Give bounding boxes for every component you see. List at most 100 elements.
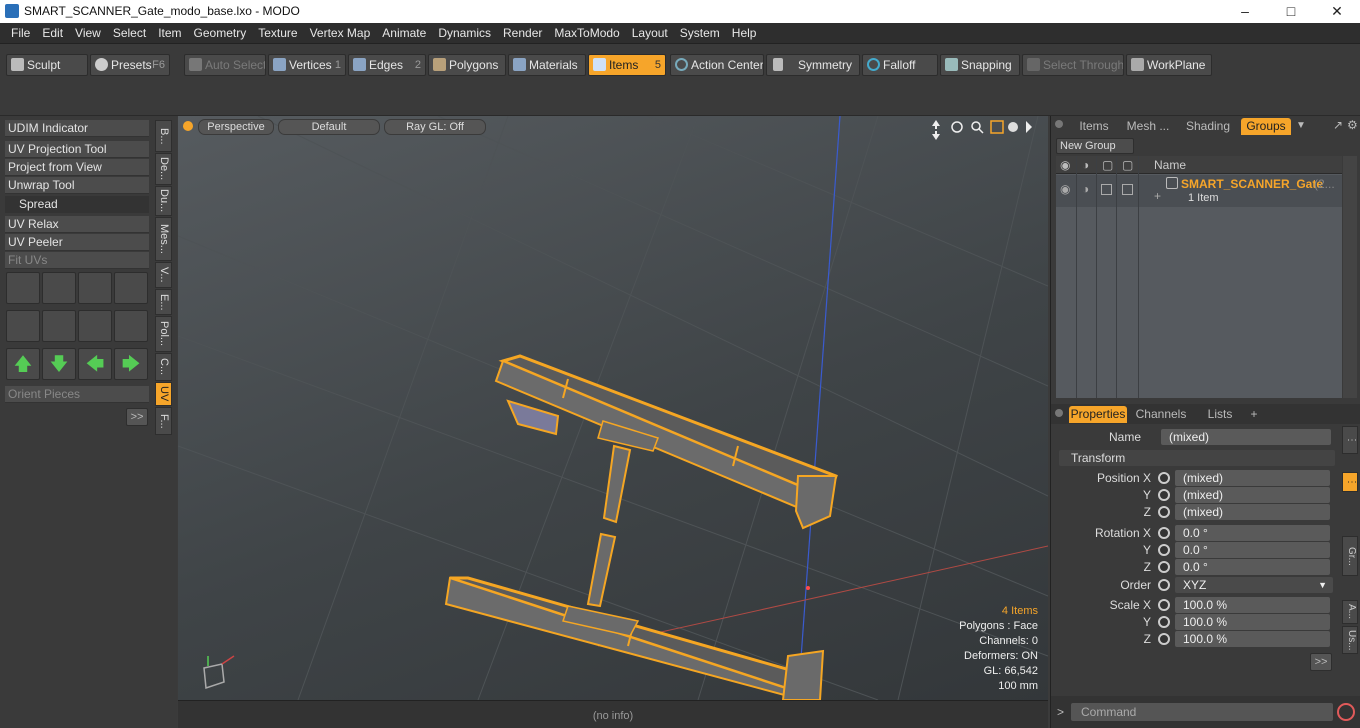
row-render-icon[interactable]: ◑ [1082, 182, 1089, 196]
group-row[interactable]: ◉ ◑ + SMART_SCANNER_Gate (2... 1 Item [1056, 175, 1342, 207]
uv-relax-button[interactable]: UV Relax [5, 216, 149, 233]
menu-animate[interactable]: Animate [376, 23, 432, 40]
menu-item[interactable]: Item [152, 23, 187, 40]
position-y-field[interactable]: (mixed) [1175, 487, 1330, 503]
symmetry-button[interactable]: Symmetry [766, 54, 860, 76]
side-tab-us[interactable]: Us... [1342, 626, 1358, 654]
side-tab-active[interactable]: ⋮ [1342, 472, 1358, 492]
auto-select-button[interactable]: Auto Select [184, 54, 266, 76]
sculpt-button[interactable]: Sculpt [6, 54, 88, 76]
arrow-left-icon[interactable]: 🡄 [78, 348, 112, 380]
scale-y-field[interactable]: 100.0 % [1175, 614, 1330, 630]
expand-button[interactable]: >> [126, 408, 148, 426]
transform-section[interactable]: Transform [1059, 450, 1335, 466]
items-button[interactable]: Items 5 [588, 54, 666, 76]
command-input[interactable]: Command [1071, 703, 1333, 721]
uv-grid-icon[interactable] [78, 310, 112, 342]
menu-dynamics[interactable]: Dynamics [432, 23, 497, 40]
scale-x-field[interactable]: 100.0 % [1175, 597, 1330, 613]
maximize-panel-icon[interactable]: ↗ [1333, 118, 1343, 132]
rotation-z-dot[interactable] [1158, 561, 1170, 573]
tab-properties[interactable]: Properties [1069, 406, 1127, 423]
close-button[interactable]: ✕ [1314, 2, 1360, 21]
rotation-y-field[interactable]: 0.0 ° [1175, 542, 1330, 558]
properties-menu-icon[interactable] [1055, 409, 1063, 417]
vtab-uv[interactable]: UV [155, 382, 172, 406]
eye-icon[interactable]: ◉ [1060, 158, 1070, 172]
panel-menu-icon[interactable] [1055, 120, 1063, 128]
select-through-button[interactable]: Select Through [1022, 54, 1124, 76]
groups-scrollbar[interactable] [1343, 156, 1357, 398]
rotation-y-dot[interactable] [1158, 544, 1170, 556]
uv-rotate-icon[interactable] [42, 272, 76, 304]
snapping-button[interactable]: Snapping [940, 54, 1020, 76]
menu-render[interactable]: Render [497, 23, 548, 40]
uv-scale-icon[interactable] [78, 272, 112, 304]
workplane-button[interactable]: WorkPlane [1126, 54, 1212, 76]
raygl-toggle[interactable]: Ray GL: Off [384, 119, 486, 135]
lock-icon[interactable]: ▢ [1102, 158, 1113, 172]
uv-projection-tool-button[interactable]: UV Projection Tool [5, 141, 149, 158]
vtab-fusion[interactable]: F... [155, 407, 172, 435]
polygons-button[interactable]: Polygons [428, 54, 506, 76]
tab-shading[interactable]: Shading [1179, 118, 1237, 135]
vtab-deform[interactable]: De... [155, 153, 172, 185]
viewport-nav-icons[interactable] [932, 120, 1032, 140]
side-tab-menu[interactable]: ⋮ [1342, 426, 1358, 454]
perspective-dropdown[interactable]: Perspective [198, 119, 274, 135]
select-checkbox[interactable] [1122, 184, 1133, 195]
lock-checkbox[interactable] [1101, 184, 1112, 195]
edges-button[interactable]: Edges 2 [348, 54, 426, 76]
vtab-basic[interactable]: B... [155, 120, 172, 152]
name-field[interactable]: (mixed) [1161, 429, 1331, 445]
vtab-polygon[interactable]: Pol... [155, 316, 172, 352]
position-x-dot[interactable] [1158, 472, 1170, 484]
add-tab-button[interactable]: + [1247, 406, 1261, 423]
new-group-button[interactable]: New Group [1056, 138, 1134, 154]
position-z-field[interactable]: (mixed) [1175, 504, 1330, 520]
vtab-mesh[interactable]: Mes... [155, 217, 172, 261]
maximize-button[interactable]: □ [1268, 2, 1314, 21]
vtab-curve[interactable]: C... [155, 353, 172, 381]
rotation-x-field[interactable]: 0.0 ° [1175, 525, 1330, 541]
uv-peeler-button[interactable]: UV Peeler [5, 234, 149, 251]
properties-expand-button[interactable]: >> [1310, 653, 1332, 671]
render-icon[interactable]: ◑ [1082, 158, 1089, 172]
scanner-gate-model[interactable] [444, 354, 838, 700]
materials-button[interactable]: Materials [508, 54, 586, 76]
scale-y-dot[interactable] [1158, 616, 1170, 628]
arrow-up-icon[interactable]: 🡅 [6, 348, 40, 380]
menu-edit[interactable]: Edit [36, 23, 69, 40]
vtab-edge[interactable]: E... [155, 289, 172, 315]
unwrap-tool-button[interactable]: Unwrap Tool [5, 177, 149, 194]
menu-file[interactable]: File [5, 23, 36, 40]
uv-cylinder-icon[interactable] [6, 310, 40, 342]
scale-z-field[interactable]: 100.0 % [1175, 631, 1330, 647]
position-x-field[interactable]: (mixed) [1175, 470, 1330, 486]
3d-viewport[interactable]: Perspective Default Ray GL: Off 4 Items … [178, 116, 1048, 700]
menu-layout[interactable]: Layout [626, 23, 674, 40]
record-icon[interactable] [1337, 703, 1355, 721]
order-dot[interactable] [1158, 579, 1170, 591]
name-column-header[interactable]: Name [1154, 158, 1186, 172]
menu-view[interactable]: View [69, 23, 107, 40]
spread-dropdown[interactable]: Spread [5, 196, 149, 213]
menu-texture[interactable]: Texture [252, 23, 303, 40]
uv-transform-icon[interactable] [6, 272, 40, 304]
tab-groups[interactable]: Groups [1241, 118, 1291, 135]
shading-dropdown[interactable]: Default [278, 119, 380, 135]
side-tab-gr[interactable]: Gr... [1342, 536, 1358, 576]
uv-cube-icon[interactable] [114, 310, 148, 342]
select-icon[interactable]: ▢ [1122, 158, 1133, 172]
menu-select[interactable]: Select [107, 23, 152, 40]
orient-pieces-button[interactable]: Orient Pieces [5, 386, 149, 403]
menu-geometry[interactable]: Geometry [188, 23, 253, 40]
vtab-duplicate[interactable]: Du... [155, 186, 172, 216]
panel-settings-icon[interactable]: ⚙ [1347, 118, 1358, 132]
order-dropdown[interactable]: XYZ ▼ [1175, 577, 1333, 593]
scale-z-dot[interactable] [1158, 633, 1170, 645]
group-name[interactable]: SMART_SCANNER_Gate [1181, 177, 1323, 191]
tab-items[interactable]: Items [1071, 118, 1117, 135]
visible-eye-icon[interactable]: ◉ [1060, 182, 1070, 196]
position-y-dot[interactable] [1158, 489, 1170, 501]
